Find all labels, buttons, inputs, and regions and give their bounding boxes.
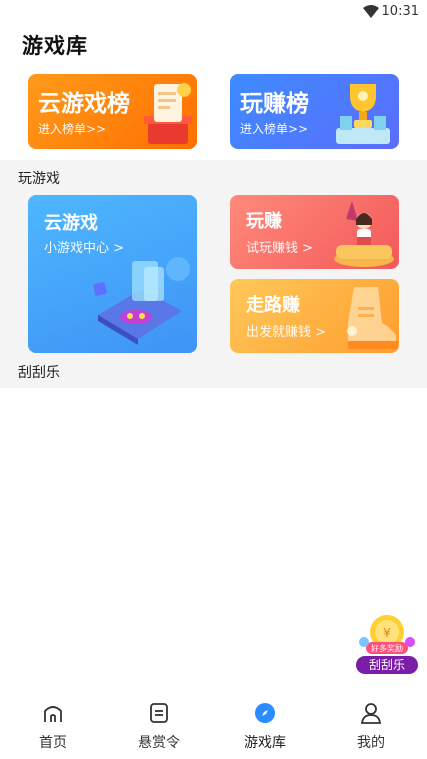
trophy-icon bbox=[336, 84, 390, 144]
cloud-game-rank-title: 云游戏榜 bbox=[38, 91, 130, 117]
cloud-game-subtitle: 小游戏中心 > bbox=[44, 241, 125, 256]
play-earn-rank-card[interactable]: 玩赚榜 进入榜单>> bbox=[230, 74, 399, 149]
task-icon bbox=[150, 703, 168, 723]
scratch-float-label: 刮刮乐 bbox=[356, 656, 418, 674]
page-title: 游戏库 bbox=[18, 30, 88, 60]
scratch-card-float-button[interactable]: ¥ 好多奖励 刮刮乐 bbox=[354, 612, 420, 674]
tab-bounty-label: 悬赏令 bbox=[138, 735, 180, 751]
status-time: 10:31 bbox=[381, 4, 419, 19]
tab-profile-label: 我的 bbox=[357, 735, 385, 751]
play-earn-subtitle: 试玩赚钱 > bbox=[246, 241, 314, 256]
scratch-reward-icon: ¥ 好多奖励 bbox=[359, 615, 415, 654]
home-icon bbox=[44, 706, 62, 722]
play-earn-title: 玩赚 bbox=[246, 211, 282, 232]
person-icon bbox=[360, 703, 382, 724]
cloud-game-rank-subtitle: 进入榜单>> bbox=[38, 122, 107, 136]
play-earn-rank-title: 玩赚榜 bbox=[240, 91, 309, 117]
tab-game-library-label: 游戏库 bbox=[244, 735, 286, 751]
bottom-tab-bar: 首页 悬赏令 游戏库 我的 bbox=[0, 690, 427, 759]
reward-banner-text: 好多奖励 bbox=[371, 643, 403, 653]
svg-text:¥: ¥ bbox=[383, 626, 391, 640]
tab-home[interactable]: 首页 bbox=[0, 690, 106, 759]
scroll-gift-icon bbox=[144, 83, 192, 144]
walk-earn-card[interactable]: 走路赚 出发就赚钱 > bbox=[230, 279, 399, 353]
phone-gamepad-illustration bbox=[93, 257, 190, 345]
cloud-game-title: 云游戏 bbox=[44, 213, 98, 234]
cloud-game-rank-card[interactable]: 云游戏榜 进入榜单>> bbox=[28, 74, 197, 149]
sneaker-icon bbox=[347, 287, 398, 349]
tab-profile[interactable]: 我的 bbox=[318, 690, 424, 759]
walk-earn-title: 走路赚 bbox=[246, 295, 300, 316]
page-title-text: 游戏库 bbox=[22, 34, 88, 58]
section-label-scratch: 刮刮乐 bbox=[18, 365, 60, 381]
section-label-play-games: 玩游戏 bbox=[18, 171, 60, 187]
status-bar: 10:31 bbox=[0, 0, 427, 24]
walk-earn-subtitle: 出发就赚钱 > bbox=[246, 325, 327, 340]
play-earn-rank-subtitle: 进入榜单>> bbox=[240, 122, 309, 136]
compass-icon bbox=[255, 703, 275, 723]
tab-bounty[interactable]: 悬赏令 bbox=[106, 690, 212, 759]
play-earn-card[interactable]: 玩赚 试玩赚钱 > bbox=[230, 195, 399, 269]
tab-home-label: 首页 bbox=[39, 735, 67, 751]
cloud-game-card[interactable]: 云游戏 小游戏中心 > bbox=[28, 195, 197, 353]
tab-game-library[interactable]: 游戏库 bbox=[212, 690, 318, 759]
wifi-icon bbox=[363, 5, 379, 18]
girl-coins-illustration bbox=[334, 201, 394, 267]
